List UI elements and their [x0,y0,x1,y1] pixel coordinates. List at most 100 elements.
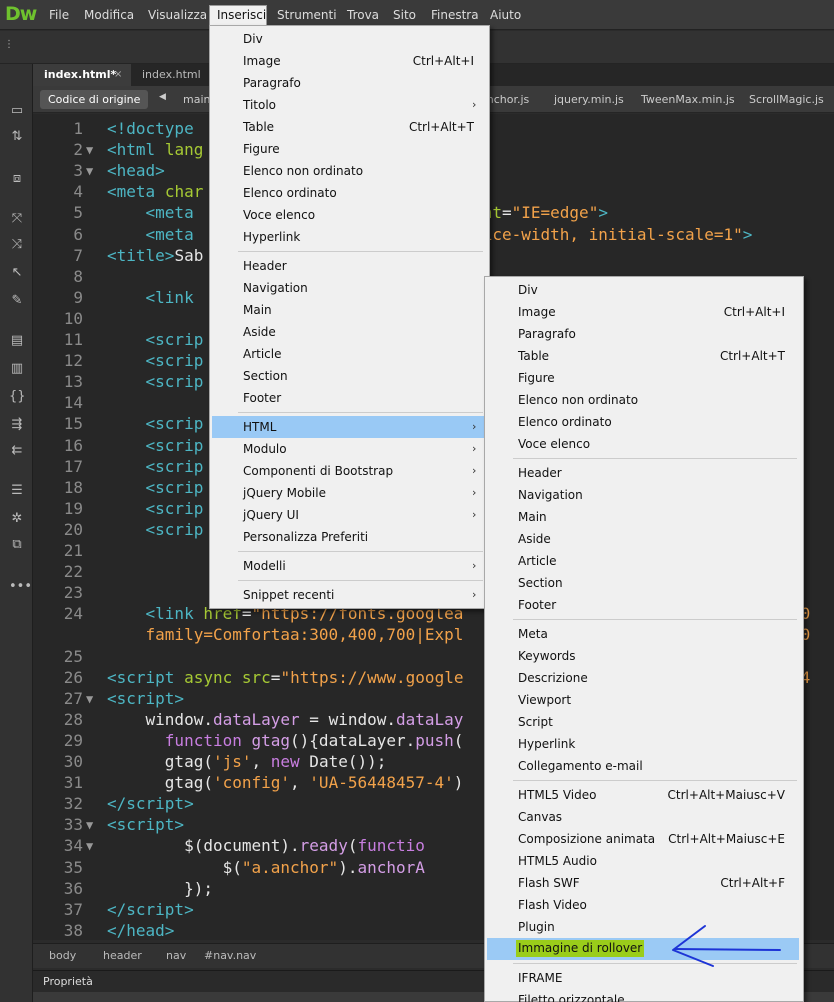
menu-item-navigation[interactable]: Navigation [487,484,799,506]
menu-item-paragrafo[interactable]: Paragrafo [487,323,799,345]
menu-item-meta[interactable]: Meta [487,623,799,645]
document-tab[interactable]: index.html [131,64,211,86]
menu-item-keywords[interactable]: Keywords [487,645,799,667]
menu-item-section[interactable]: Section [212,365,485,387]
menu-modifica[interactable]: Modifica [84,8,134,22]
fold-arrow-icon[interactable]: ▼ [86,164,93,178]
menu-item-collegamento-e-mail[interactable]: Collegamento e-mail [487,755,799,777]
braces-icon[interactable]: {} [9,390,26,404]
menu-item-main[interactable]: Main [212,299,485,321]
fold-arrow-icon[interactable]: ▼ [86,818,93,832]
menu-item-aside[interactable]: Aside [212,321,485,343]
menu-item-header[interactable]: Header [212,255,485,277]
menu-item-footer[interactable]: Footer [487,594,799,616]
menu-item-immagine-di-rollover[interactable]: Immagine di rollover [487,938,799,960]
menu-item-elenco-ordinato[interactable]: Elenco ordinato [212,182,485,204]
expand-icon[interactable]: ⤧ [9,212,25,226]
menu-item-footer[interactable]: Footer [212,387,485,409]
fold-arrow-icon[interactable]: ▼ [86,143,93,157]
menu-item-flash-swf[interactable]: Flash SWF Ctrl+Alt+F [487,872,799,894]
menu-item-html[interactable]: HTML › [212,416,485,438]
menu-item-filetto-orizzontale[interactable]: Filetto orizzontale [487,989,799,1002]
scroll-left-icon[interactable]: ◀ [159,92,166,102]
indent-icon[interactable]: ⇶ [9,418,25,432]
comment-icon[interactable]: ▤ [9,334,25,348]
menu-item-modelli[interactable]: Modelli › [212,555,485,577]
menu-item-article[interactable]: Article [212,343,485,365]
menu-item-paragrafo[interactable]: Paragrafo [212,72,485,94]
menu-trova[interactable]: Trova [347,8,379,22]
menu-item-navigation[interactable]: Navigation [212,277,485,299]
menu-item-elenco-ordinato[interactable]: Elenco ordinato [487,411,799,433]
menu-item-elenco-non-ordinato[interactable]: Elenco non ordinato [212,160,485,182]
menu-item-titolo[interactable]: Titolo › [212,94,485,116]
fold-arrow-icon[interactable]: ▼ [86,692,93,706]
menu-item-table[interactable]: Table Ctrl+Alt+T [212,116,485,138]
menu-item-elenco-non-ordinato[interactable]: Elenco non ordinato [487,389,799,411]
wrap-icon[interactable]: ⧉ [9,538,25,552]
fold-arrow-icon[interactable]: ▼ [86,839,93,853]
menu-inserisci[interactable]: Inserisci [217,8,266,22]
menu-item-hyperlink[interactable]: Hyperlink [212,226,485,248]
collapse-icon[interactable]: ⤨ [9,238,25,252]
properties-tab[interactable]: Proprietà [43,975,93,988]
tag-crumb[interactable]: body [49,949,76,962]
menu-item-viewport[interactable]: Viewport [487,689,799,711]
format-icon[interactable]: ☰ [9,484,25,498]
menu-item-script[interactable]: Script [487,711,799,733]
menu-item-image[interactable]: Image Ctrl+Alt+I [487,301,799,323]
menu-item-composizione-animata[interactable]: Composizione animata Ctrl+Alt+Maiusc+E [487,828,799,850]
tag-crumb[interactable]: header [103,949,142,962]
menu-item-html5-video[interactable]: HTML5 Video Ctrl+Alt+Maiusc+V [487,784,799,806]
menu-item-figure[interactable]: Figure [212,138,485,160]
menu-item-jquery-ui[interactable]: jQuery UI › [212,504,485,526]
menu-item-aside[interactable]: Aside [487,528,799,550]
more-icon[interactable]: ••• [9,580,32,594]
menu-item-header[interactable]: Header [487,462,799,484]
menu-item-componenti-di-bootstrap[interactable]: Componenti di Bootstrap › [212,460,485,482]
new-document-icon[interactable]: ▭ [9,104,25,118]
menu-item-voce-elenco[interactable]: Voce elenco [487,433,799,455]
remove-comment-icon[interactable]: ▥ [9,362,25,376]
tab-label: index.html* [44,68,117,81]
menu-item-jquery-mobile[interactable]: jQuery Mobile › [212,482,485,504]
menu-item-personalizza-preferiti[interactable]: Personalizza Preferiti [212,526,485,548]
menu-item-div[interactable]: Div [487,279,799,301]
menu-item-div[interactable]: Div [212,28,485,50]
menu-file[interactable]: File [49,8,69,22]
menu-item-figure[interactable]: Figure [487,367,799,389]
snippet-icon[interactable]: ✲ [9,512,25,526]
menu-item-html5-audio[interactable]: HTML5 Audio [487,850,799,872]
menu-item-section[interactable]: Section [487,572,799,594]
menu-item-snippet-recenti[interactable]: Snippet recenti › [212,584,485,606]
menu-item-image[interactable]: Image Ctrl+Alt+I [212,50,485,72]
related-file-tab[interactable]: TweenMax.min.js [641,93,735,106]
related-file-tab[interactable]: jquery.min.js [554,93,624,106]
menu-finestra[interactable]: Finestra [431,8,479,22]
menu-item-iframe[interactable]: IFRAME [487,967,799,989]
menu-item-article[interactable]: Article [487,550,799,572]
menu-strumenti[interactable]: Strumenti [277,8,337,22]
tag-crumb[interactable]: nav [166,949,186,962]
code-view-icon[interactable]: ⧈ [9,172,25,186]
pencil-icon[interactable]: ✎ [9,294,25,308]
menu-item-plugin[interactable]: Plugin [487,916,799,938]
menu-item-hyperlink[interactable]: Hyperlink [487,733,799,755]
menu-item-main[interactable]: Main [487,506,799,528]
menu-item-voce-elenco[interactable]: Voce elenco [212,204,485,226]
outdent-icon[interactable]: ⇇ [9,444,25,458]
menu-item-flash-video[interactable]: Flash Video [487,894,799,916]
related-file-tab[interactable]: ScrollMagic.js [749,93,824,106]
source-code-button[interactable]: Codice di origine [40,90,149,109]
menu-item-descrizione[interactable]: Descrizione [487,667,799,689]
sort-icon[interactable]: ⇅ [9,130,25,144]
tag-crumb[interactable]: #nav.nav [204,949,256,962]
menu-visualizza[interactable]: Visualizza [148,8,207,22]
menu-item-modulo[interactable]: Modulo › [212,438,485,460]
menu-sito[interactable]: Sito [393,8,416,22]
menu-item-table[interactable]: Table Ctrl+Alt+T [487,345,799,367]
menu-item-canvas[interactable]: Canvas [487,806,799,828]
select-icon[interactable]: ↖ [9,266,25,280]
menu-aiuto[interactable]: Aiuto [490,8,521,22]
tab-close-icon[interactable]: × [114,64,122,86]
